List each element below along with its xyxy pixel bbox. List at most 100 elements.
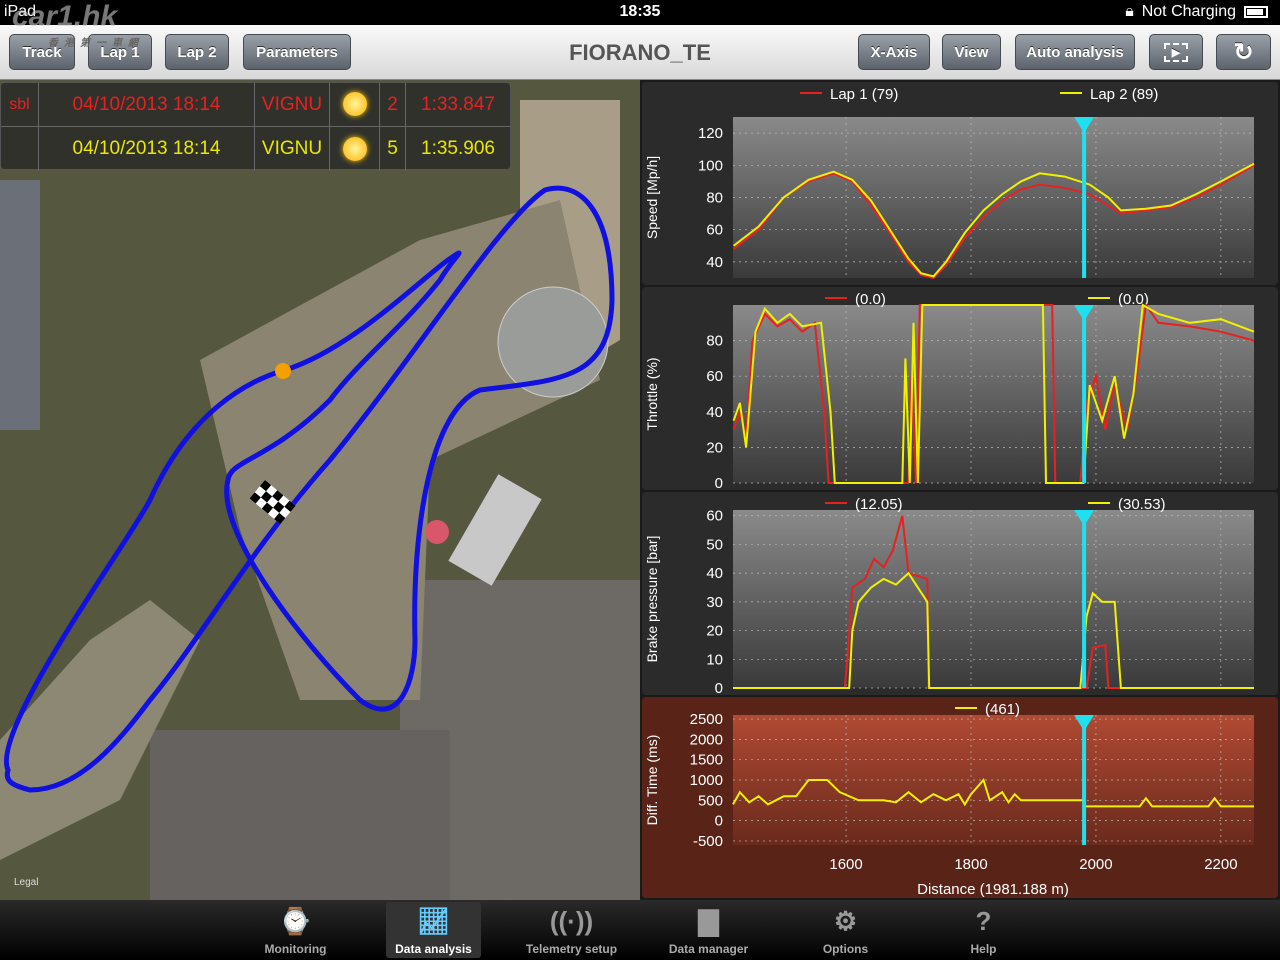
tab-telemetry-setup[interactable]: ((·)) Telemetry setup <box>524 902 619 958</box>
x-axis-label: Distance (1981.188 m) <box>917 881 1069 898</box>
chart-panel-1[interactable]: 40 60 80 100 120 Speed [Mp/h] Lap 1 (79) Lap 2 … <box>642 82 1278 285</box>
lap-driver: VIGNU <box>255 82 330 127</box>
tab-data-analysis[interactable]: 📈︎ Data analysis <box>386 902 481 958</box>
y-tick-label: 0 <box>715 475 723 492</box>
y-tick-label: 30 <box>706 594 723 611</box>
legend-label: Lap 1 (79) <box>830 86 898 103</box>
y-tick-label: 1500 <box>690 752 723 769</box>
lap-number: 2 <box>380 82 406 127</box>
legend-label: (461) <box>985 701 1020 718</box>
lap-driver: VIGNU <box>255 127 330 171</box>
video-button[interactable]: ▶ <box>1149 34 1203 70</box>
antenna-icon: ((·)) <box>549 905 594 936</box>
legend-label: (30.53) <box>1118 496 1166 513</box>
legend-label: (12.05) <box>855 496 903 513</box>
y-tick-label: 40 <box>706 404 723 421</box>
film-play-icon: ▶ <box>1163 42 1189 62</box>
charts-svg[interactable]: 406080100120Speed [Mp/h]Lap 1 (79) Lap 2 … <box>640 80 1280 900</box>
lap-time: 1:33.847 <box>421 93 495 115</box>
sun-icon <box>342 136 367 161</box>
y-tick-label: 60 <box>706 508 723 525</box>
lap-row-1[interactable]: sbl 04/10/2013 18:14 VIGNU 2 1:33.847 <box>1 82 510 127</box>
chart-panel-3[interactable]: 0 10 20 30 40 50 60 Brake pressure [bar] (12.05)… <box>642 492 1278 697</box>
y-tick-label: 40 <box>706 565 723 582</box>
folder-icon: ▇ <box>698 905 719 936</box>
tab-label: Data manager <box>668 942 749 956</box>
y-axis-label: Brake pressure [bar] <box>644 536 660 663</box>
y-tick-label: 1000 <box>690 772 723 789</box>
legal-link[interactable]: Legal <box>14 877 38 888</box>
y-tick-label: 20 <box>706 623 723 640</box>
y-tick-label: 60 <box>706 368 723 385</box>
lap-number: 5 <box>380 127 406 171</box>
y-axis-label: Throttle (%) <box>644 357 660 430</box>
lap-tag <box>1 127 39 171</box>
telemetry-charts[interactable]: 40 60 80 100 120 Speed [Mp/h] Lap 1 (79) Lap 2 … <box>640 80 1280 900</box>
lap-comparison-table: sbl 04/10/2013 18:14 VIGNU 2 1:33.847 04… <box>0 82 511 171</box>
chart-panel-2[interactable]: 020406080Throttle (%)(0.0) (0.0) <box>642 287 1278 492</box>
track-map[interactable]: Legal <box>0 80 640 900</box>
lap-tag: sbl <box>1 82 39 127</box>
x-tick-label: 2200 <box>1204 856 1237 873</box>
lap-date: 04/10/2013 18:14 <box>39 82 255 127</box>
chart-icon: 📈︎ <box>416 905 450 936</box>
tab-label: Options <box>822 942 869 956</box>
x-axis-button[interactable]: X-Axis <box>858 34 930 70</box>
y-axis-label: Diff. Time (ms) <box>644 735 660 826</box>
tab-data-manager[interactable]: ▇ Data manager <box>661 902 756 958</box>
y-axis-label: Speed [Mp/h] <box>644 156 660 239</box>
tab-label: Monitoring <box>264 942 327 956</box>
clock: 18:35 <box>619 3 661 20</box>
tab-label: Telemetry setup <box>525 942 618 956</box>
y-tick-label: 40 <box>706 254 723 271</box>
x-tick-label: 1600 <box>829 856 862 873</box>
plot-area <box>733 510 1254 688</box>
auto-analysis-button[interactable]: Auto analysis <box>1015 34 1135 70</box>
gear-icon: ⚙ <box>833 905 858 936</box>
y-tick-label: 500 <box>698 792 723 809</box>
reset-button[interactable]: ↻ <box>1216 34 1271 70</box>
lap-time: 1:35.906 <box>421 138 495 159</box>
y-tick-label: 10 <box>706 651 723 668</box>
battery-icon <box>1244 6 1268 18</box>
parameters-button[interactable]: Parameters <box>243 34 351 70</box>
y-tick-label: 50 <box>706 536 723 553</box>
tab-bar: ⌚ Monitoring 📈︎ Data analysis ((·)) Telemet… <box>0 900 1280 960</box>
sun-icon <box>342 92 367 117</box>
view-button[interactable]: View <box>942 34 1001 70</box>
x-tick-label: 1800 <box>954 856 987 873</box>
y-tick-label: 120 <box>698 125 723 142</box>
y-tick-label: 2000 <box>690 731 723 748</box>
y-tick-label: -500 <box>693 833 723 850</box>
status-bar: iPad 18:35 🔒︎ Not Charging <box>0 0 1280 25</box>
rotation-lock-icon: 🔒︎ <box>1125 3 1134 20</box>
lap2-button[interactable]: Lap 2 <box>165 34 229 70</box>
track-button[interactable]: Track <box>9 34 75 70</box>
charging-status: Not Charging <box>1141 3 1236 20</box>
y-tick-label: 100 <box>698 157 723 174</box>
lap-row-2[interactable]: 04/10/2013 18:14 VIGNU 5 1:35.906 <box>1 127 510 171</box>
plot-area <box>733 305 1254 483</box>
tab-label: Data analysis <box>395 942 472 956</box>
tab-options[interactable]: ⚙ Options <box>798 902 893 958</box>
toolbar: Track Lap 1 Lap 2 Parameters FIORANO_TE … <box>0 25 1280 80</box>
y-tick-label: 80 <box>706 333 723 350</box>
lap1-button[interactable]: Lap 1 <box>88 34 152 70</box>
lap-date: 04/10/2013 18:14 <box>39 127 255 171</box>
tab-monitoring[interactable]: ⌚ Monitoring <box>248 902 343 958</box>
x-tick-label: 2000 <box>1079 856 1112 873</box>
help-icon: ? <box>975 905 992 936</box>
legend-label: Lap 2 (89) <box>1090 86 1158 103</box>
legend-label: (0.0) <box>855 291 886 308</box>
y-tick-label: 2500 <box>690 711 723 728</box>
tab-label: Help <box>970 942 997 956</box>
gauges-icon: ⌚ <box>279 905 312 936</box>
chart-panel-4[interactable]: -500 0 500 1000 1500 2000 2500 Diff. Time (ms) (… <box>642 697 1278 898</box>
y-tick-label: 0 <box>715 680 723 697</box>
y-tick-label: 0 <box>715 813 723 830</box>
refresh-icon: ↻ <box>1233 38 1254 66</box>
y-tick-label: 60 <box>706 222 723 239</box>
tab-help[interactable]: ? Help <box>936 902 1031 958</box>
y-tick-label: 20 <box>706 439 723 456</box>
y-tick-label: 80 <box>706 190 723 207</box>
